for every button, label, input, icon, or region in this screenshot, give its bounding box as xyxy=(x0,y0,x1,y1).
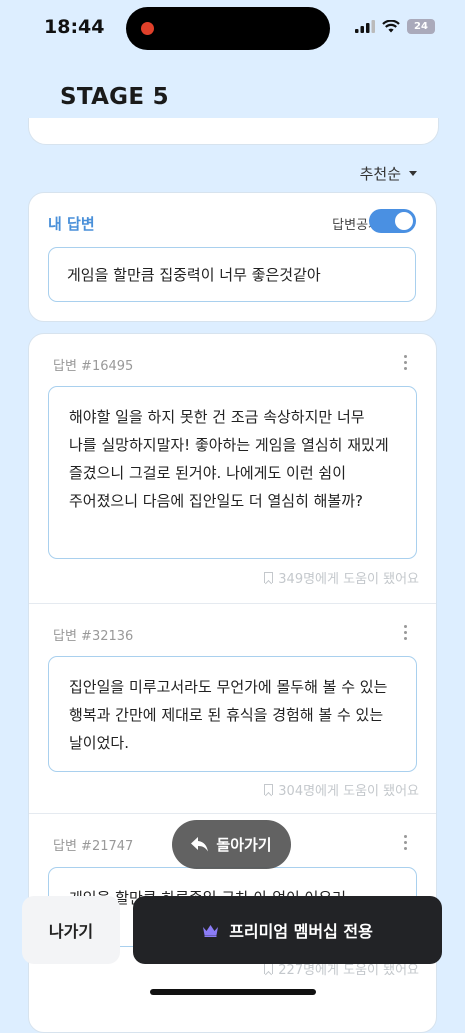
signal-icon xyxy=(355,20,375,33)
more-vertical-icon[interactable] xyxy=(404,625,408,640)
answer-id: 답변 #21747 xyxy=(53,839,134,854)
back-button-label: 돌아가기 xyxy=(216,836,272,854)
back-button[interactable]: 돌아가기 xyxy=(172,820,291,869)
divider xyxy=(29,603,436,604)
reply-arrow-icon xyxy=(191,837,209,852)
my-answer-label: 내 답변 xyxy=(48,215,95,233)
answer-id: 답변 #16495 xyxy=(53,359,134,374)
toggle-knob xyxy=(395,212,413,230)
premium-button-label: 프리미엄 멤버십 전용 xyxy=(229,922,373,941)
more-vertical-icon[interactable] xyxy=(404,355,408,370)
answer-text: 해야할 일을 하지 못한 건 조금 속상하지만 너무 나를 실망하지말자! 좋아… xyxy=(48,386,417,559)
more-vertical-icon[interactable] xyxy=(404,835,408,850)
helpful-count: 349명에게 도움이 됐어요 xyxy=(278,572,419,587)
public-toggle[interactable] xyxy=(369,209,416,233)
bookmark-icon xyxy=(264,572,274,583)
sort-label: 추천순 xyxy=(359,165,401,183)
caret-down-icon xyxy=(409,171,417,176)
wifi-icon xyxy=(382,20,400,33)
helpful-count: 304명에게 도움이 됐어요 xyxy=(278,784,419,799)
battery-icon: 24 xyxy=(407,19,435,34)
dynamic-island xyxy=(126,7,330,50)
recording-indicator-icon xyxy=(141,22,154,35)
bookmark-icon xyxy=(264,784,274,795)
helpful-button[interactable]: 304명에게 도움이 됐어요 xyxy=(264,780,419,799)
sort-dropdown[interactable]: 추천순 xyxy=(360,163,417,184)
exit-button[interactable]: 나가기 xyxy=(22,896,120,964)
answer-id: 답변 #32136 xyxy=(53,629,134,644)
question-card xyxy=(28,118,439,145)
divider xyxy=(29,813,436,814)
home-indicator xyxy=(150,989,316,995)
answer-text: 집안일을 미루고서라도 무언가에 몰두해 볼 수 있는 행복과 간만에 제대로 … xyxy=(48,656,417,772)
crown-icon xyxy=(203,924,219,937)
status-bar: 18:44 24 xyxy=(0,0,465,56)
status-time: 18:44 xyxy=(44,16,105,38)
my-answer-card: 내 답변 답변공개 게임을 할만큼 집중력이 너무 좋은것같아 xyxy=(28,192,437,322)
helpful-button[interactable]: 349명에게 도움이 됐어요 xyxy=(264,568,419,587)
premium-membership-button[interactable]: 프리미엄 멤버십 전용 xyxy=(133,896,442,964)
page-title: STAGE 5 xyxy=(60,84,169,110)
status-icons: 24 xyxy=(355,19,435,34)
my-answer-text[interactable]: 게임을 할만큼 집중력이 너무 좋은것같아 xyxy=(48,247,416,302)
bookmark-icon xyxy=(264,963,274,974)
